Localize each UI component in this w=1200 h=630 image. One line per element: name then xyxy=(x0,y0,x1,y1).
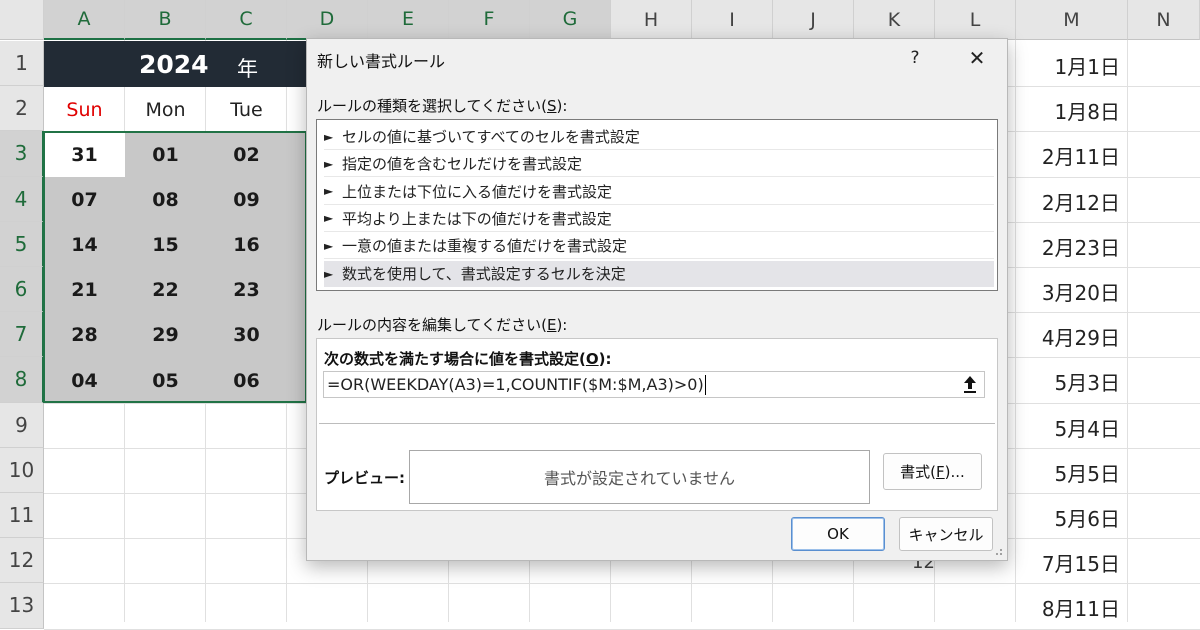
triangle-right-icon: ► xyxy=(324,156,334,171)
preview-label: プレビュー: xyxy=(324,469,405,487)
rule-type-label: 数式を使用して、書式設定するセルを決定 xyxy=(342,265,626,283)
formula-text[interactable]: =OR(WEEKDAY(A3)=1,COUNTIF($M:$M,A3)>0) xyxy=(327,375,704,394)
weekday-sun[interactable]: Sun xyxy=(44,88,125,132)
holiday-date-cell[interactable]: 5月5日 xyxy=(1020,458,1120,487)
column-gridline xyxy=(1127,40,1128,622)
row-header-7[interactable]: 7 xyxy=(0,312,44,358)
triangle-right-icon: ► xyxy=(324,211,334,226)
calendar-year[interactable]: 2024 xyxy=(139,50,209,79)
text-caret xyxy=(705,375,706,395)
row-header-12[interactable]: 12 xyxy=(0,538,44,584)
formula-label: 次の数式を満たす場合に値を書式設定(O): xyxy=(324,350,612,368)
holiday-date-cell[interactable]: 4月29日 xyxy=(1020,322,1120,351)
row-header-1[interactable]: 1 xyxy=(0,41,44,87)
holiday-date-cell[interactable]: 2月23日 xyxy=(1020,232,1120,261)
triangle-right-icon: ► xyxy=(324,184,334,199)
row-header-9[interactable]: 9 xyxy=(0,402,44,448)
row-header-2[interactable]: 2 xyxy=(0,86,44,132)
rule-type-label: 一意の値または重複する値だけを書式設定 xyxy=(342,237,628,256)
weekday-tue[interactable]: Tue xyxy=(206,88,287,132)
close-icon[interactable]: ✕ xyxy=(962,43,992,73)
triangle-right-icon: ► xyxy=(324,129,334,144)
rule-type-label: セルの値に基づいてすべてのセルを書式設定 xyxy=(342,128,640,146)
holiday-date-cell[interactable]: 1月1日 xyxy=(1020,51,1120,80)
column-header-b[interactable]: B xyxy=(125,0,206,40)
cancel-button[interactable]: キャンセル xyxy=(899,517,993,551)
ok-button[interactable]: OK xyxy=(791,517,885,551)
select-all-corner[interactable] xyxy=(0,0,44,40)
row-header-5[interactable]: 5 xyxy=(0,221,44,267)
column-header-k[interactable]: K xyxy=(854,0,935,40)
row-header-10[interactable]: 10 xyxy=(0,447,44,493)
triangle-right-icon: ► xyxy=(324,266,334,281)
rule-type-label: 指定の値を含むセルだけを書式設定 xyxy=(342,155,583,174)
column-header-c[interactable]: C xyxy=(206,0,287,40)
rule-description-panel: 次の数式を満たす場合に値を書式設定(O): =OR(WEEKDAY(A3)=1,… xyxy=(316,338,998,511)
column-header-h[interactable]: H xyxy=(611,0,692,40)
column-header-n[interactable]: N xyxy=(1128,0,1200,40)
rule-type-label: 上位または下位に入る値だけを書式設定 xyxy=(342,182,613,201)
help-button[interactable]: ? xyxy=(903,43,927,73)
row-header-11[interactable]: 11 xyxy=(0,493,44,539)
holiday-date-cell[interactable]: 5月4日 xyxy=(1020,413,1120,442)
rule-type-list[interactable]: ► セルの値に基づいてすべてのセルを書式設定 ► 指定の値を含むセルだけを書式設定 ► 上… xyxy=(316,119,998,291)
column-header-i[interactable]: I xyxy=(692,0,773,40)
row-gridline xyxy=(44,583,1200,585)
rule-type-item[interactable]: ► 一意の値または重複する値だけを書式設定 xyxy=(324,233,994,260)
holiday-date-cell[interactable]: 1月8日 xyxy=(1020,96,1120,125)
column-header-f[interactable]: F xyxy=(449,0,530,40)
column-header-d[interactable]: D xyxy=(287,0,368,40)
row-gridline xyxy=(44,628,1200,630)
collapse-dialog-icon[interactable] xyxy=(960,374,980,394)
rule-type-label: 平均より上または下の値だけを書式設定 xyxy=(342,209,612,228)
holiday-date-cell[interactable]: 2月11日 xyxy=(1020,141,1120,170)
holiday-date-cell[interactable]: 8月11日 xyxy=(1020,593,1120,622)
triangle-right-icon: ► xyxy=(324,238,334,253)
column-gridline xyxy=(1015,40,1016,622)
column-header-l[interactable]: L xyxy=(935,0,1016,40)
rule-type-label: ルールの種類を選択してください(S): xyxy=(317,97,568,115)
column-header-a[interactable]: A xyxy=(44,0,125,40)
dialog-title: 新しい書式ルール xyxy=(317,52,446,71)
row-header-8[interactable]: 8 xyxy=(0,357,44,403)
rule-type-item[interactable]: ► セルの値に基づいてすべてのセルを書式設定 xyxy=(324,124,994,150)
rule-type-item[interactable]: ► 平均より上または下の値だけを書式設定 xyxy=(324,206,994,232)
column-header-m[interactable]: M xyxy=(1016,0,1128,40)
column-header-e[interactable]: E xyxy=(368,0,449,40)
holiday-date-cell[interactable]: 5月3日 xyxy=(1020,367,1120,396)
holiday-date-cell[interactable]: 5月6日 xyxy=(1020,503,1120,532)
new-formatting-rule-dialog: 新しい書式ルール ? ✕ ルールの種類を選択してください(S): ► セルの値に基… xyxy=(306,38,1008,561)
row-header-3[interactable]: 3 xyxy=(0,131,44,177)
row-header-6[interactable]: 6 xyxy=(0,267,44,313)
row-header-4[interactable]: 4 xyxy=(0,176,44,222)
formula-input[interactable]: =OR(WEEKDAY(A3)=1,COUNTIF($M:$M,A3)>0) xyxy=(323,371,985,398)
separator xyxy=(319,423,995,424)
resize-grip-icon[interactable] xyxy=(993,546,1003,556)
selection-border xyxy=(43,131,307,403)
rule-type-item[interactable]: ► 上位または下位に入る値だけを書式設定 xyxy=(324,179,994,205)
holiday-date-cell[interactable]: 2月12日 xyxy=(1020,187,1120,216)
preview-box: 書式が設定されていません xyxy=(409,450,870,504)
column-header-g[interactable]: G xyxy=(530,0,611,40)
rule-type-item[interactable]: ► 数式を使用して、書式設定するセルを決定 xyxy=(324,260,994,287)
rule-type-item[interactable]: ► 指定の値を含むセルだけを書式設定 xyxy=(324,151,994,178)
holiday-date-cell[interactable]: 7月15日 xyxy=(1020,548,1120,577)
edit-rule-label: ルールの内容を編集してください(E): xyxy=(317,316,568,334)
weekday-mon[interactable]: Mon xyxy=(125,88,206,132)
calendar-year-suffix: 年 xyxy=(237,57,258,81)
column-header-j[interactable]: J xyxy=(773,0,854,40)
format-button[interactable]: 書式(F)... xyxy=(883,453,982,490)
holiday-date-cell[interactable]: 3月20日 xyxy=(1020,277,1120,306)
